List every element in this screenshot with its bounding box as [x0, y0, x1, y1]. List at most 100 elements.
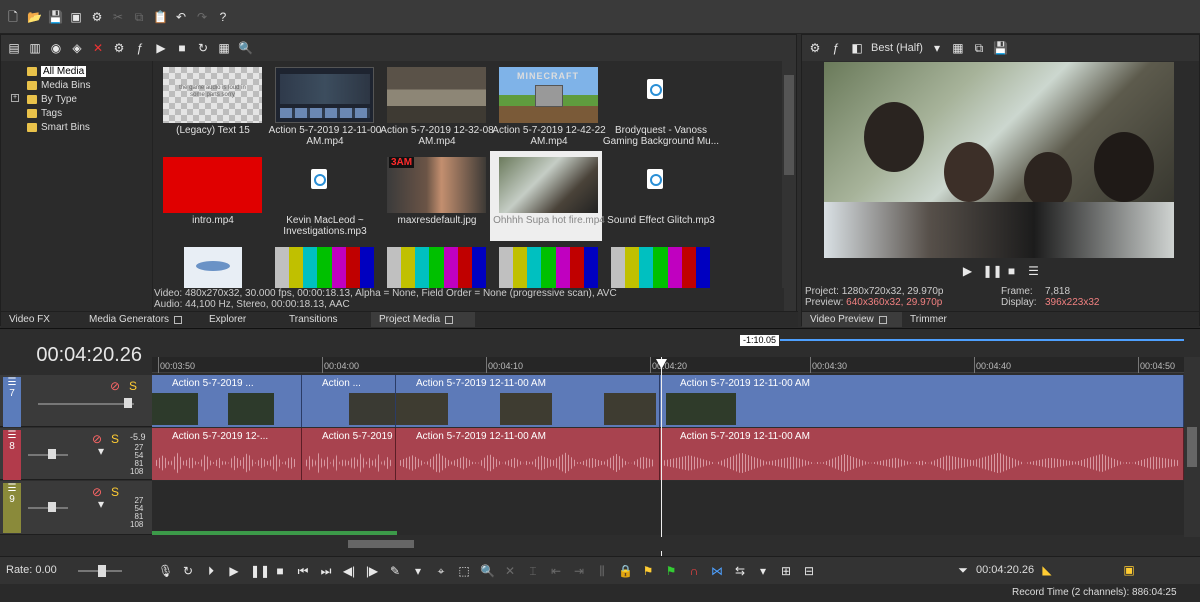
audio-clip[interactable]: Action 5-7-2019 12-11-00 AM [660, 428, 1184, 480]
group-icon[interactable]: ⊞ [779, 564, 793, 578]
slider-thumb[interactable] [124, 398, 132, 408]
loop-icon[interactable]: ↻ [181, 564, 195, 578]
track-header-audio[interactable]: ☰ 9 ⊘ S ▾ 27 54 81 108 [0, 481, 152, 535]
new-icon[interactable]: 🗋 [6, 10, 20, 24]
play-icon[interactable]: ▶ [961, 264, 975, 278]
chevron-down-icon[interactable]: ▾ [411, 564, 425, 578]
paste-icon[interactable]: 📋 [153, 10, 168, 24]
delete-icon[interactable]: ✕ [503, 564, 517, 578]
video-clip[interactable]: Action 5-7-2019 12-11-00 AM [660, 375, 1184, 427]
slider-thumb[interactable] [48, 502, 56, 512]
trim-icon[interactable]: ⌶ [526, 564, 540, 578]
chevron-down-icon[interactable]: ▾ [94, 497, 108, 511]
envelope-tool-icon[interactable]: ⌖ [434, 564, 448, 578]
record-icon[interactable]: 🎙 [158, 564, 173, 578]
properties-icon[interactable]: ⚙ [112, 41, 126, 55]
tab-transitions[interactable]: Transitions [281, 312, 371, 327]
audio-clip[interactable]: Action 5-7-2019 12-... [302, 428, 396, 480]
delete-icon[interactable]: ✕ [91, 41, 105, 55]
copy-icon[interactable]: ⧉ [132, 10, 146, 24]
pause-icon[interactable]: ❚❚ [983, 264, 1003, 278]
stop-icon[interactable]: ■ [1005, 264, 1019, 278]
slider-thumb[interactable] [48, 449, 56, 459]
media-item[interactable]: intro.mp4 [154, 151, 266, 241]
video-clip[interactable]: Action 5-7-2019 ... [152, 375, 302, 427]
timeline-vscroll[interactable] [1184, 357, 1200, 537]
tree-item-smart-bins[interactable]: Smart Bins [27, 120, 90, 134]
media-scrollbar[interactable] [782, 61, 796, 319]
prev-frame-icon[interactable]: ◀| [342, 564, 356, 578]
go-to-end-icon[interactable]: ⏭ [319, 564, 333, 578]
tab-explorer[interactable]: Explorer [201, 312, 281, 327]
chevron-down-icon[interactable]: ▾ [930, 41, 944, 55]
playhead[interactable] [661, 357, 662, 557]
undock-icon[interactable] [445, 315, 454, 324]
render-icon[interactable]: ▣ [69, 10, 83, 24]
ripple-icon[interactable]: ⇆ [733, 564, 747, 578]
region-icon[interactable]: ⚑ [664, 564, 678, 578]
solo-icon[interactable]: S [108, 485, 122, 499]
tree-item-tags[interactable]: Tags [27, 106, 62, 120]
tab-video-fx[interactable]: Video FX [1, 312, 81, 327]
auto-preview-icon[interactable]: ↻ [196, 41, 210, 55]
cut-icon[interactable]: ✂ [111, 10, 125, 24]
split-screen-icon[interactable]: ◧ [850, 41, 864, 55]
play-icon[interactable]: ▶ [227, 564, 241, 578]
chevron-down-icon[interactable]: ▾ [756, 564, 770, 578]
settings-icon[interactable]: ⚙ [90, 10, 104, 24]
media-item-selected[interactable]: Ohhhh Supa hot fire.mp4 [490, 151, 605, 241]
undock-icon[interactable] [174, 315, 183, 324]
loop-region-bar[interactable] [152, 335, 1184, 347]
track-header-video[interactable]: ☰ 7 ⊘ S [0, 375, 152, 427]
tree-item-by-type[interactable]: By Type [27, 92, 77, 106]
media-item[interactable]: Action 5-7-2019 12-11-00 AM.mp4 [266, 61, 381, 151]
undo-icon[interactable]: ↶ [174, 10, 188, 24]
media-item[interactable]: 3AM maxresdefault.jpg [378, 151, 490, 241]
media-item[interactable]: MINECRAFT Action 5-7-2019 12-42-22 AM.mp… [490, 61, 606, 151]
opacity-slider[interactable] [38, 403, 134, 405]
media-item[interactable]: Action 5-7-2019 12-32-08 AM.mp4 [378, 61, 494, 151]
save-snapshot-icon[interactable]: 💾 [993, 41, 1008, 55]
copy-snapshot-icon[interactable]: ⧉ [972, 41, 986, 55]
media-item[interactable]: the game audio is loud in some parts sor… [154, 61, 266, 151]
trim-start-icon[interactable]: ⇤ [549, 564, 563, 578]
redo-icon[interactable]: ↷ [195, 10, 209, 24]
timeline-scrollbar[interactable] [152, 537, 1184, 551]
media-item[interactable]: Brodyquest - Vanoss Gaming Background Mu… [602, 61, 719, 151]
play-from-start-icon[interactable]: ⏵ [204, 564, 218, 578]
video-clip[interactable]: Action 5-7-2019 12-11-00 AM [396, 375, 660, 427]
open-icon[interactable]: 📂 [27, 10, 42, 24]
get-media-icon[interactable]: ◉ [49, 41, 63, 55]
audio-clip[interactable]: Action 5-7-2019 12-... [152, 428, 302, 480]
capture-icon[interactable]: ▥ [28, 41, 42, 55]
quality-dropdown[interactable]: Best (Half) [871, 42, 923, 54]
tab-video-preview[interactable]: Video Preview [802, 312, 902, 327]
loop-region-line[interactable] [780, 339, 1184, 341]
chevron-down-icon[interactable]: ▾ [94, 444, 108, 458]
edit-tool-icon[interactable]: ✎ [388, 564, 402, 578]
ungroup-icon[interactable]: ⊟ [802, 564, 816, 578]
empty-track-lane[interactable] [152, 481, 1184, 535]
go-to-start-icon[interactable]: ⏮ [296, 564, 310, 578]
import-icon[interactable]: ▤ [7, 41, 21, 55]
solo-icon[interactable]: S [126, 379, 140, 393]
trim-end-icon[interactable]: ⇥ [572, 564, 586, 578]
remove-unused-icon[interactable]: ◈ [70, 41, 84, 55]
views-icon[interactable]: ▦ [217, 41, 231, 55]
next-frame-icon[interactable]: |▶ [365, 564, 379, 578]
settings-icon[interactable]: ⚙ [808, 41, 822, 55]
expand-icon[interactable]: + [11, 94, 19, 102]
fx-icon[interactable]: ƒ [829, 41, 843, 55]
tab-project-media[interactable]: Project Media [371, 312, 475, 327]
stop-icon[interactable]: ■ [273, 564, 287, 578]
menu-icon[interactable]: ☰ [1027, 264, 1041, 278]
undock-icon[interactable] [878, 315, 887, 324]
mute-icon[interactable]: ⊘ [108, 379, 122, 393]
audio-track-lane[interactable]: Action 5-7-2019 12-... Action 5-7-2019 1… [152, 428, 1184, 480]
tree-item-media-bins[interactable]: Media Bins [27, 78, 90, 92]
audio-clip[interactable]: Action 5-7-2019 12-11-00 AM [396, 428, 660, 480]
tab-media-generators[interactable]: Media Generators [81, 312, 201, 327]
time-ruler[interactable]: 00:03:50 00:04:00 00:04:10 00:04:20 00:0… [152, 357, 1184, 373]
lock-icon[interactable]: 🔒 [618, 564, 633, 578]
track-header-audio[interactable]: ☰ 8 ⊘ S -5.9 ▾ 27 54 81 108 [0, 428, 152, 480]
